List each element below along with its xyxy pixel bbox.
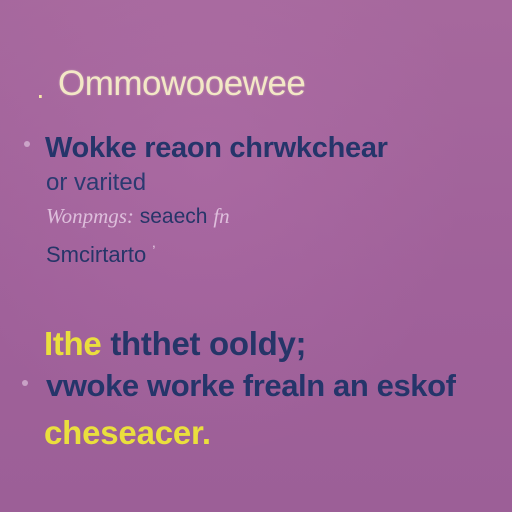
body-line-4: Smcirtarto ʼ: [46, 244, 156, 266]
bullet-dot: [24, 141, 30, 147]
body-line-6: vwoke worke frealn an eskof: [46, 368, 456, 403]
body-line-5-text: ththet ooldy;: [110, 325, 307, 362]
body-line-3-faded-text: Wonpmgs:: [46, 204, 134, 228]
highlighted-line: cheseacer.: [44, 414, 211, 451]
body-line-3-tail: fn: [213, 204, 230, 228]
body-line-3-text: seaech: [139, 205, 208, 228]
heading-bullet: ․: [36, 74, 45, 104]
slide-heading: Ommowooewee: [58, 64, 306, 103]
highlighted-word: Ithe: [44, 325, 102, 362]
body-line-3: Wonpmgs: seaech fn: [46, 204, 230, 228]
body-line-2: or varited: [46, 169, 147, 196]
body-line-5: Ithe ththet ooldy;: [44, 325, 307, 362]
body-line-4-text: Smcirtarto: [46, 242, 147, 267]
body-line-1: Wokke reaon chrwkchear: [45, 132, 388, 164]
body-line-4-tick: ʼ: [152, 243, 156, 259]
text-slide-canvas: ․ Ommowooewee Wokke reaon chrwkchear or …: [0, 0, 512, 512]
bullet-dot: [22, 380, 28, 386]
